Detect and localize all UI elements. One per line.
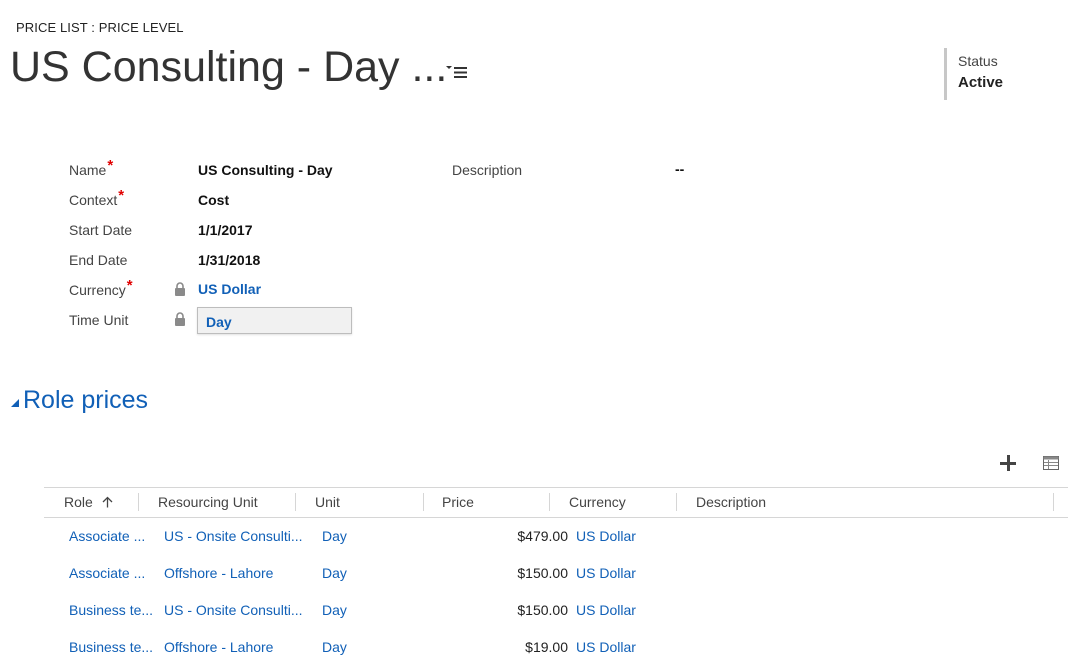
- column-header-price[interactable]: Price: [442, 488, 474, 517]
- cell-role[interactable]: Associate ...: [69, 518, 155, 555]
- cell-unit: Day: [322, 528, 347, 544]
- column-header-unit[interactable]: Unit: [315, 488, 340, 517]
- cell-resourcing-unit[interactable]: US - Onsite Consulti...: [164, 518, 314, 555]
- status-label: Status: [958, 53, 998, 69]
- role-prices-section-toggle[interactable]: Role prices: [10, 386, 148, 415]
- cell-currency[interactable]: US Dollar: [576, 555, 676, 592]
- required-marker: *: [107, 157, 114, 174]
- cell-description: [696, 555, 1046, 592]
- plus-icon[interactable]: [997, 452, 1019, 474]
- triangle-icon: [11, 399, 19, 407]
- column-separator[interactable]: [676, 493, 677, 511]
- cell-unit: Day: [322, 639, 347, 655]
- column-separator[interactable]: [138, 493, 139, 511]
- description-label: Description: [452, 162, 523, 178]
- currency-label: Currency*: [69, 277, 133, 298]
- cell-resourcing-unit[interactable]: Offshore - Lahore: [164, 555, 314, 592]
- cell-price: $150.00: [517, 565, 568, 581]
- cell-unit: Day: [322, 565, 347, 581]
- required-marker: *: [126, 277, 133, 294]
- table-row[interactable]: Business te... Offshore - Lahore Day $19…: [44, 623, 1068, 660]
- cell-currency[interactable]: US Dollar: [576, 518, 676, 555]
- start-date-label: Start Date: [69, 222, 133, 238]
- cell-price: $19.00: [525, 639, 568, 655]
- cell-price: $479.00: [517, 528, 568, 544]
- end-date-label: End Date: [69, 252, 128, 268]
- currency-lookup-link[interactable]: US Dollar: [198, 281, 261, 297]
- table-row[interactable]: Associate ... US - Onsite Consulti... Da…: [44, 518, 1068, 555]
- menu-lines-icon[interactable]: [446, 64, 468, 80]
- end-date-field[interactable]: 1/31/2018: [198, 252, 260, 268]
- entity-type-label: PRICE LIST : PRICE LEVEL: [16, 20, 184, 35]
- cell-description: [696, 629, 1046, 666]
- column-separator[interactable]: [549, 493, 550, 511]
- grid-header: Role Resourcing Unit Unit Price Currency…: [44, 487, 1068, 518]
- table-row[interactable]: Associate ... Offshore - Lahore Day $150…: [44, 555, 1068, 592]
- name-field[interactable]: US Consulting - Day: [198, 162, 333, 178]
- cell-description: [696, 518, 1046, 555]
- cell-currency[interactable]: US Dollar: [576, 629, 676, 666]
- column-separator[interactable]: [423, 493, 424, 511]
- lock-icon: [175, 282, 185, 296]
- grid-view-icon[interactable]: [1040, 452, 1062, 474]
- status-value: Active: [958, 74, 1004, 91]
- context-field[interactable]: Cost: [198, 192, 229, 208]
- start-date-field[interactable]: 1/1/2017: [198, 222, 253, 238]
- sort-up-arrow-icon: [102, 496, 113, 508]
- required-marker: *: [118, 187, 125, 204]
- column-separator[interactable]: [295, 493, 296, 511]
- column-header-role[interactable]: Role: [64, 488, 113, 517]
- description-field[interactable]: --: [675, 161, 684, 177]
- time-unit-value[interactable]: Day: [206, 314, 232, 330]
- column-header-resourcing-unit[interactable]: Resourcing Unit: [158, 488, 258, 517]
- cell-role[interactable]: Associate ...: [69, 555, 155, 592]
- context-label: Context*: [69, 187, 125, 208]
- column-header-description[interactable]: Description: [696, 488, 766, 517]
- cell-resourcing-unit[interactable]: Offshore - Lahore: [164, 629, 314, 666]
- lock-icon: [175, 312, 185, 326]
- section-title: Role prices: [23, 386, 149, 414]
- record-title: US Consulting - Day ...: [10, 43, 448, 91]
- column-separator[interactable]: [1053, 493, 1054, 511]
- cell-role[interactable]: Business te...: [69, 629, 155, 666]
- time-unit-field[interactable]: Day: [197, 307, 352, 334]
- column-header-currency[interactable]: Currency: [569, 488, 626, 517]
- time-unit-label: Time Unit: [69, 312, 129, 328]
- status-block: Status Active: [944, 48, 1003, 100]
- name-label: Name*: [69, 157, 114, 178]
